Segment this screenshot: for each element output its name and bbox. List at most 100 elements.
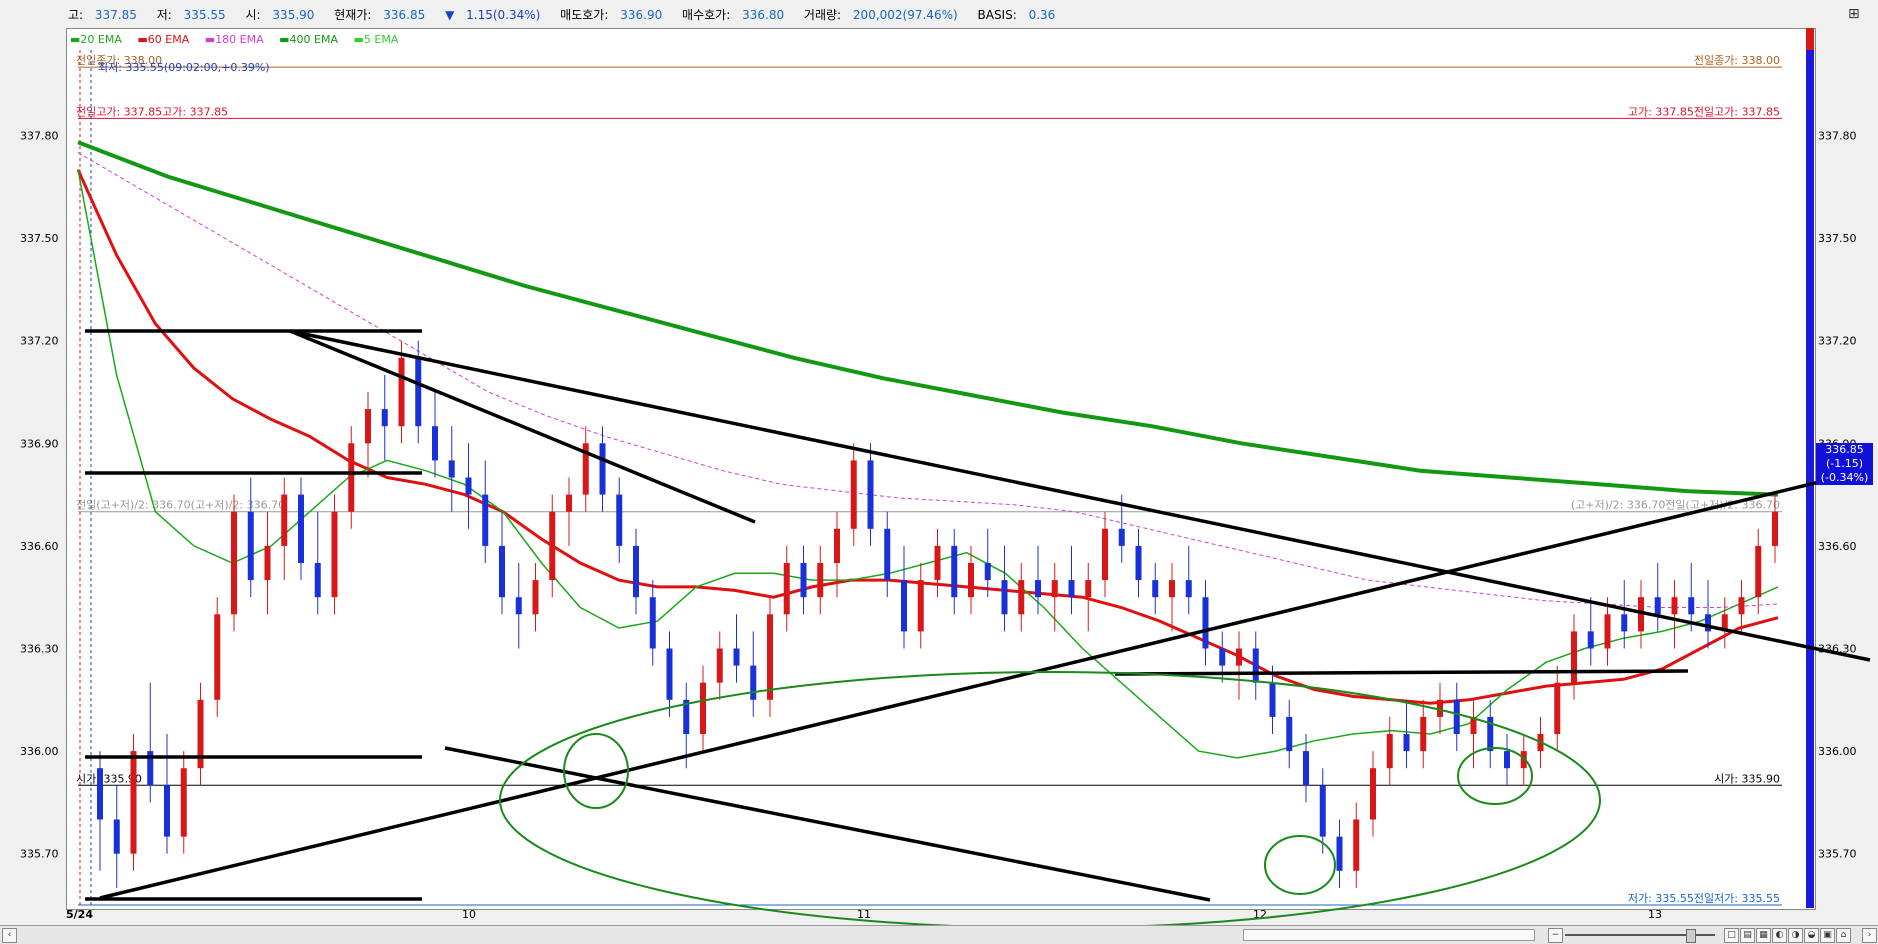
toolbar-tool-4-icon[interactable]: ◐: [1772, 928, 1787, 943]
candle-body: [1269, 682, 1276, 717]
y-tick-label-right: 337.50: [1818, 232, 1857, 245]
candle-body: [231, 511, 237, 615]
candle-body: [381, 409, 388, 427]
low-annotation: 최저: 335.55(09:02:00,+0.39%): [98, 61, 270, 74]
candle-body: [214, 614, 221, 700]
candle-body: [180, 768, 187, 837]
zoom-out-button[interactable]: −: [1548, 928, 1563, 943]
candle-body: [1169, 580, 1175, 598]
candle-body: [834, 528, 840, 563]
toolbar-tool-6-icon[interactable]: ◒: [1804, 928, 1819, 943]
candle-body: [884, 528, 891, 581]
candle-body: [599, 443, 606, 495]
y-tick-label-left: 336.00: [20, 745, 59, 758]
y-tick-label-left: 337.80: [20, 130, 59, 143]
candle-body: [984, 563, 991, 581]
annotation-ellipse: [1264, 835, 1336, 895]
y-tick-label-right: 336.60: [1818, 540, 1857, 553]
candle-body: [331, 511, 338, 598]
candle-body: [616, 494, 623, 546]
candle-body: [113, 819, 120, 854]
zoom-slider-thumb[interactable]: [1686, 929, 1696, 943]
candle-body: [515, 597, 522, 615]
y-tick-label-left: 336.30: [20, 643, 59, 656]
trend-line: [289, 329, 1871, 662]
toolbar-tool-1-icon[interactable]: □: [1724, 928, 1739, 943]
candle-body: [1386, 734, 1393, 769]
candle-body: [951, 545, 958, 598]
candle-body: [247, 511, 254, 581]
trend-line: [289, 329, 756, 524]
toolbar-tool-5-icon[interactable]: ◑: [1788, 928, 1803, 943]
bottom-toolbar: ‹ − › □ ▤ ▦ ◐ ◑ ◒ ▣ ⌂: [0, 925, 1878, 944]
candle-body: [1755, 545, 1762, 598]
candle-body: [415, 357, 422, 427]
candle-body: [465, 477, 472, 495]
candle-body: [1370, 768, 1376, 820]
legend: ▬20 EMA ▬60 EMA ▬180 EMA ▬400 EMA ▬5 EMA: [70, 33, 410, 46]
candle-body: [750, 665, 757, 700]
y-tick-label-left: 336.60: [20, 540, 59, 553]
x-tick-label: 10: [462, 908, 476, 921]
candle-body: [1118, 528, 1125, 546]
candle-body: [767, 614, 773, 700]
candle-body: [1772, 511, 1778, 546]
reference-label-left: 전일고가: 337.85고가: 337.85: [76, 104, 228, 118]
scroll-left-button[interactable]: ‹: [2, 928, 17, 943]
trend-line: [444, 746, 1211, 902]
candle-body: [1303, 751, 1309, 786]
legend-item-5ema: ▬5 EMA: [353, 33, 399, 46]
candle-body: [633, 545, 639, 598]
candle-body: [850, 460, 857, 529]
reference-label-right: 전일종가: 338.00: [1694, 53, 1780, 67]
reference-label-left: 전일(고+저)/2: 336.70(고+저)/2: 336.70: [76, 498, 285, 512]
x-tick-label: 13: [1648, 908, 1662, 921]
horizontal-scrollbar[interactable]: [1243, 929, 1535, 941]
toolbar-tool-7-icon[interactable]: ▣: [1820, 928, 1835, 943]
candle-body: [281, 494, 288, 546]
candlestick-chart[interactable]: 337.80 337.80 337.50 337.50 337.20 337.20 336.…: [0, 0, 1878, 943]
candle-body: [783, 563, 790, 615]
ema-line: [76, 169, 1779, 705]
toolbar-tool-3-icon[interactable]: ▦: [1756, 928, 1771, 943]
candle-body: [1135, 545, 1142, 581]
candle-body: [1403, 734, 1410, 752]
candle-body: [482, 494, 489, 546]
candle-body: [1604, 614, 1611, 649]
candle-body: [666, 648, 673, 700]
candle-body: [1453, 699, 1460, 734]
candle-body: [649, 597, 656, 649]
candle-body: [365, 409, 371, 444]
candle-body: [566, 494, 572, 512]
candle-body: [716, 648, 723, 683]
candle-body: [1286, 716, 1293, 752]
toolbar-tool-2-icon[interactable]: ▤: [1740, 928, 1755, 943]
toolbar-tool-8-icon[interactable]: ⌂: [1836, 928, 1851, 943]
candle-body: [1068, 580, 1075, 598]
candle-body: [1688, 597, 1695, 615]
y-tick-label-left: 335.70: [20, 848, 59, 861]
candle-body: [1705, 614, 1711, 632]
candle-body: [800, 563, 807, 598]
candle-body: [432, 426, 438, 461]
candle-body: [1420, 716, 1427, 752]
candle-body: [1001, 580, 1008, 615]
y-tick-label-left: 337.50: [20, 232, 59, 245]
reference-label-right: 시가: 335.90: [1714, 772, 1780, 785]
candle-body: [1185, 580, 1192, 598]
candle-body: [1319, 785, 1326, 837]
candle-body: [97, 768, 103, 820]
legend-item-180ema: ▬180 EMA: [204, 33, 264, 46]
candle-body: [1654, 597, 1661, 615]
chart-window: 고: 337.85 저: 335.55 시: 335.90 현재가: 336.8…: [0, 0, 1878, 944]
y-tick-label-right: 337.20: [1818, 335, 1857, 348]
candle-body: [968, 563, 974, 598]
legend-item-60ema: ▬60 EMA: [137, 33, 190, 46]
annotation-ellipse: [1457, 747, 1533, 805]
candle-body: [1236, 648, 1242, 666]
scroll-right-button[interactable]: ›: [1862, 928, 1877, 943]
candle-body: [1336, 836, 1343, 871]
candle-body: [164, 785, 170, 837]
candle-body: [298, 494, 304, 563]
candle-body: [448, 460, 455, 478]
